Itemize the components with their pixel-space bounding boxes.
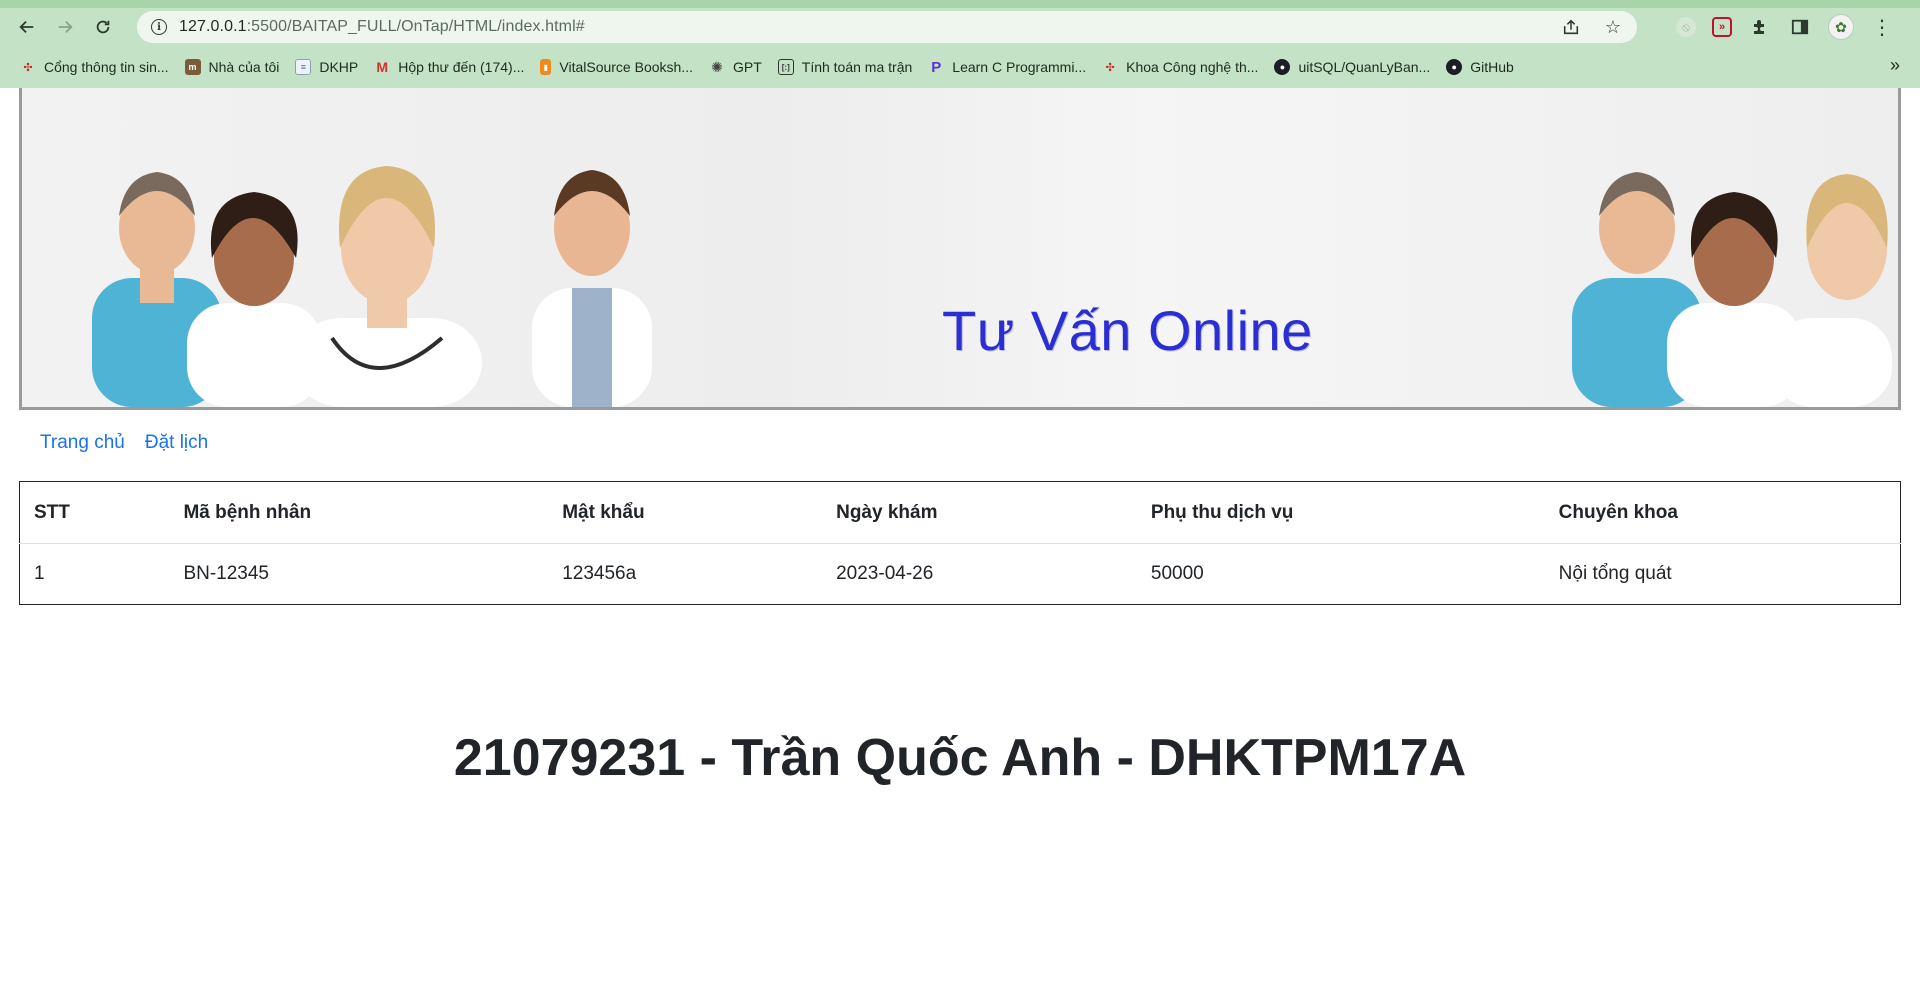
nav-link-booking[interactable]: Đặt lịch [145, 432, 208, 454]
document-icon: ≡ [295, 59, 312, 75]
banner-title: Tư Vấn Online [942, 299, 1313, 362]
column-header-service-fee: Phụ thu dịch vụ [1136, 481, 1545, 544]
bookmark-label: Nhà của tôi [208, 59, 280, 75]
gmail-icon: M [376, 59, 389, 75]
student-info-heading: 21079231 - Trần Quốc Anh - DHKTPM17A [453, 729, 1467, 787]
moodle-logo-icon: m [184, 59, 201, 75]
bookmark-item[interactable]: ● uitSQL/QuanLyBan... [1270, 53, 1438, 81]
extensions-puzzle-icon[interactable] [1748, 15, 1772, 39]
matrix-icon: [:] [777, 59, 794, 75]
appointments-table: STT Mã bệnh nhân Mật khẩu Ngày khám Phụ … [19, 481, 1901, 605]
bookmark-item[interactable]: ≡ DKHP [291, 53, 366, 81]
cell-patient-id: BN-12345 [183, 563, 269, 584]
browser-menu-icon[interactable]: ⋮ [1870, 15, 1894, 39]
bookmark-label: VitalSource Booksh... [559, 59, 693, 75]
arrow-left-icon [19, 20, 34, 34]
bookmark-label: Hộp thư đến (174)... [398, 59, 525, 75]
reload-button[interactable] [84, 8, 122, 46]
arrow-right-icon [58, 20, 73, 34]
bookmark-item[interactable]: ✺ GPT [705, 53, 770, 81]
extension-media-icon[interactable]: » [1712, 17, 1732, 37]
forward-button[interactable] [46, 8, 84, 46]
cell-stt: 1 [34, 563, 45, 584]
programiz-icon: P [931, 58, 942, 76]
bookmark-label: DKHP [319, 59, 359, 75]
tab-strip-edge [0, 0, 1920, 8]
nav-link-home[interactable]: Trang chủ [40, 432, 125, 454]
bookmark-label: Cổng thông tin sin... [44, 59, 169, 75]
address-bar[interactable]: i 127.0.0.1:5500/BAITAP_FULL/OnTap/HTML/… [137, 11, 1637, 43]
bookmark-item[interactable]: ✣ Cổng thông tin sin... [16, 53, 177, 81]
github-icon: ● [1274, 59, 1291, 75]
bookmark-label: GPT [732, 59, 762, 75]
share-icon[interactable] [1561, 17, 1581, 37]
university-logo-icon: ✣ [23, 61, 33, 74]
university-logo-icon: ✣ [1105, 61, 1115, 74]
bookmark-item[interactable]: m Nhà của tôi [181, 53, 288, 81]
bookmark-item[interactable]: ▮ VitalSource Booksh... [536, 53, 701, 81]
vitalsource-icon: ▮ [540, 59, 552, 75]
column-header-specialty: Chuyên khoa [1544, 481, 1901, 544]
browser-chrome: i 127.0.0.1:5500/BAITAP_FULL/OnTap/HTML/… [0, 0, 1920, 88]
address-bar-actions: ☆ [1561, 17, 1623, 37]
bookmark-item[interactable]: ● GitHub [1442, 53, 1522, 81]
main-nav: Trang chủ Đặt lịch [40, 432, 208, 454]
side-panel-icon[interactable] [1788, 15, 1812, 39]
cell-specialty: Nội tổng quát [1558, 563, 1672, 584]
cell-service-fee: 50000 [1150, 563, 1204, 584]
url-text[interactable]: 127.0.0.1:5500/BAITAP_FULL/OnTap/HTML/in… [179, 18, 585, 36]
bookmarks-bar: ✣ Cổng thông tin sin... m Nhà của tôi ≡ DKH… [0, 51, 1920, 83]
column-header-exam-date: Ngày khám [822, 481, 1137, 544]
url-host: 127.0.0.1 [179, 18, 247, 35]
bookmark-label: Learn C Programmi... [952, 59, 1087, 75]
bookmark-label: GitHub [1470, 59, 1514, 75]
profile-avatar[interactable]: ✿ [1828, 14, 1854, 40]
table-header-row: STT Mã bệnh nhân Mật khẩu Ngày khám Phụ … [19, 481, 1901, 544]
bookmark-item[interactable]: M Hộp thư đến (174)... [370, 53, 532, 81]
header-banner: Tư Vấn Online [19, 88, 1901, 410]
cell-password: 123456a [562, 563, 637, 584]
extensions-area: ⦸ » ✿ ⋮ [1676, 11, 1894, 43]
cell-exam-date: 2023-04-26 [836, 563, 934, 584]
github-icon: ● [1446, 59, 1463, 75]
browser-toolbar: i 127.0.0.1:5500/BAITAP_FULL/OnTap/HTML/… [0, 8, 1920, 46]
bookmark-label: Khoa Công nghệ th... [1126, 59, 1259, 75]
column-header-password: Mật khẩu [548, 481, 823, 544]
bookmark-label: uitSQL/QuanLyBan... [1298, 59, 1431, 75]
column-header-stt: STT [19, 481, 170, 544]
bookmark-item[interactable]: ✣ Khoa Công nghệ th... [1098, 53, 1266, 81]
column-header-patient-id: Mã bệnh nhân [169, 481, 549, 544]
url-path: :5500/BAITAP_FULL/OnTap/HTML/index.html# [246, 18, 585, 35]
extension-compass-icon[interactable]: ⦸ [1676, 17, 1696, 37]
openai-icon: ✺ [711, 58, 723, 75]
bookmark-item[interactable]: P Learn C Programmi... [924, 53, 1094, 81]
bookmark-item[interactable]: [:] Tính toán ma trận [774, 53, 921, 81]
bookmark-star-icon[interactable]: ☆ [1603, 17, 1623, 37]
table-row: 1 BN-12345 123456a 2023-04-26 50000 Nội … [20, 544, 1901, 605]
bookmark-label: Tính toán ma trận [801, 59, 913, 75]
reload-icon [96, 20, 110, 34]
site-info-icon[interactable]: i [151, 19, 167, 35]
back-button[interactable] [8, 8, 46, 46]
bookmarks-overflow-button[interactable]: » [1890, 55, 1900, 76]
